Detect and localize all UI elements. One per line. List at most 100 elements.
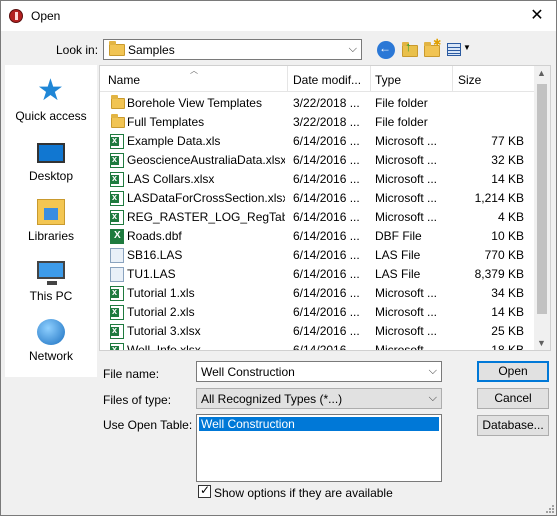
file-date: 6/14/2016 ...: [293, 153, 360, 167]
places-bar: Quick access Desktop Libraries This PC N…: [5, 65, 97, 377]
open-table-selected-item[interactable]: Well Construction: [199, 417, 439, 431]
file-type: Microsoft ...: [375, 134, 438, 148]
view-menu-icon[interactable]: ▼: [447, 41, 473, 59]
file-size: 32 KB: [491, 153, 524, 167]
scroll-down-icon[interactable]: ▼: [537, 338, 546, 348]
resize-grip-icon[interactable]: [544, 503, 554, 513]
file-name-input[interactable]: Well Construction ⌵: [196, 361, 442, 382]
file-name: Tutorial 1.xls: [127, 286, 195, 300]
file-type: LAS File: [375, 267, 421, 281]
file-list: ︿ Name Date modif... Type Size Borehole …: [99, 65, 551, 351]
title-bar: Open ✕: [1, 1, 556, 31]
sort-ascending-icon: ︿: [190, 66, 198, 75]
file-row[interactable]: LAS Collars.xlsx 6/14/2016 ... Microsoft .…: [100, 170, 536, 189]
chevron-down-icon: ⌵: [348, 43, 357, 55]
scroll-up-icon[interactable]: ▲: [537, 68, 546, 78]
file-name: TU1.LAS: [127, 267, 176, 281]
place-label: Desktop: [28, 169, 74, 183]
file-row[interactable]: GeoscienceAustraliaData.xlsx 6/14/2016 ..…: [100, 151, 536, 170]
file-row[interactable]: SB16.LAS 6/14/2016 ... LAS File 770 KB: [100, 246, 536, 265]
show-options-checkbox[interactable]: [198, 483, 211, 498]
column-divider[interactable]: [370, 66, 371, 92]
file-row[interactable]: REG_RASTER_LOG_RegTabl... 6/14/2016 ... Mi…: [100, 208, 536, 227]
file-row[interactable]: Example Data.xls 6/14/2016 ... Microsoft .…: [100, 132, 536, 151]
file-type-select[interactable]: All Recognized Types (*...) ⌵: [196, 388, 442, 409]
close-button[interactable]: ✕: [526, 5, 548, 27]
database-button[interactable]: Database...: [477, 415, 549, 436]
file-type: Microsoft ...: [375, 191, 438, 205]
file-type: DBF File: [375, 229, 422, 243]
column-header-date[interactable]: Date modif...: [293, 73, 361, 87]
file-date: 6/14/2016 ...: [293, 286, 360, 300]
file-type: Microsoft ...: [375, 286, 438, 300]
place-this-pc[interactable]: This PC: [5, 253, 97, 311]
file-row[interactable]: Well_Info.xlsx 6/14/2016 ... Microsoft ...…: [100, 341, 536, 351]
new-folder-icon[interactable]: ✱: [423, 38, 441, 59]
file-type-value: All Recognized Types (*...): [201, 392, 343, 406]
file-size: 18 KB: [491, 343, 524, 351]
file-name-value: Well Construction: [201, 365, 295, 379]
file-row[interactable]: Roads.dbf 6/14/2016 ... DBF File 10 KB: [100, 227, 536, 246]
file-row[interactable]: Borehole View Templates 3/22/2018 ... File…: [100, 94, 536, 113]
folder-icon: [109, 41, 125, 56]
show-options-label[interactable]: Show options if they are available: [214, 486, 393, 500]
look-in-label: Look in:: [56, 43, 99, 57]
open-button[interactable]: Open: [477, 361, 549, 382]
file-row[interactable]: TU1.LAS 6/14/2016 ... LAS File 8,379 KB: [100, 265, 536, 284]
file-name: LASDataForCrossSection.xlsx: [127, 191, 285, 205]
open-dialog: Open ✕ Look in: Samples ⌵ ↑ ✱ ▼ Quick ac…: [0, 0, 557, 516]
chevron-down-icon[interactable]: ⌵: [429, 365, 437, 378]
file-date: 6/14/2016 ...: [293, 134, 360, 148]
column-header-type[interactable]: Type: [375, 73, 401, 87]
file-type-label: Files of type:: [103, 393, 172, 407]
scroll-thumb[interactable]: [537, 84, 547, 314]
file-rows: Borehole View Templates 3/22/2018 ... File…: [100, 94, 536, 351]
file-size: 14 KB: [491, 305, 524, 319]
quick-access-icon: [37, 73, 65, 108]
file-date: 6/14/2016 ...: [293, 248, 360, 262]
file-size: 25 KB: [491, 324, 524, 338]
vertical-scrollbar[interactable]: ▲ ▼: [534, 66, 550, 350]
window-title: Open: [31, 9, 61, 23]
column-header-name[interactable]: Name: [108, 73, 140, 87]
place-label: Network: [28, 349, 73, 363]
cancel-button[interactable]: Cancel: [477, 388, 549, 409]
file-type: Microsoft ...: [375, 343, 438, 351]
file-type: LAS File: [375, 248, 421, 262]
file-name: Full Templates: [127, 115, 205, 129]
las-file-icon: [110, 248, 124, 263]
place-label: This PC: [29, 289, 73, 303]
place-libraries[interactable]: Libraries: [5, 193, 97, 251]
place-desktop[interactable]: Desktop: [5, 133, 97, 191]
file-row[interactable]: Tutorial 1.xls 6/14/2016 ... Microsoft ...…: [100, 284, 536, 303]
list-header: ︿ Name Date modif... Type Size: [100, 66, 536, 92]
column-header-size[interactable]: Size: [458, 73, 481, 87]
file-size: 8,379 KB: [474, 267, 524, 281]
file-row[interactable]: LASDataForCrossSection.xlsx 6/14/2016 ...…: [100, 189, 536, 208]
dbf-file-icon: [110, 229, 124, 244]
file-name: LAS Collars.xlsx: [127, 172, 215, 186]
file-date: 6/14/2016 ...: [293, 210, 360, 224]
file-type: Microsoft ...: [375, 153, 438, 167]
app-logo-icon: [9, 9, 23, 23]
file-date: 6/14/2016 ...: [293, 305, 360, 319]
look-in-value: Samples: [128, 43, 175, 57]
file-row[interactable]: Tutorial 3.xlsx 6/14/2016 ... Microsoft ..…: [100, 322, 536, 341]
up-folder-icon[interactable]: ↑: [401, 39, 419, 59]
file-row[interactable]: Tutorial 2.xls 6/14/2016 ... Microsoft ...…: [100, 303, 536, 322]
file-name: REG_RASTER_LOG_RegTabl...: [127, 210, 285, 224]
file-size: 77 KB: [491, 134, 524, 148]
file-date: 6/14/2016 ...: [293, 172, 360, 186]
back-icon[interactable]: [377, 41, 395, 59]
file-date: 3/22/2018 ...: [293, 96, 360, 110]
file-size: 1,214 KB: [474, 191, 524, 205]
file-size: 10 KB: [491, 229, 524, 243]
open-table-list[interactable]: Well Construction: [196, 414, 442, 482]
excel-file-icon: [110, 343, 124, 350]
look-in-dropdown[interactable]: Samples ⌵: [103, 39, 362, 60]
column-divider[interactable]: [287, 66, 288, 92]
place-network[interactable]: Network: [5, 313, 97, 371]
file-row[interactable]: Full Templates 3/22/2018 ... File folder: [100, 113, 536, 132]
place-quick-access[interactable]: Quick access: [5, 73, 97, 131]
column-divider[interactable]: [452, 66, 453, 92]
